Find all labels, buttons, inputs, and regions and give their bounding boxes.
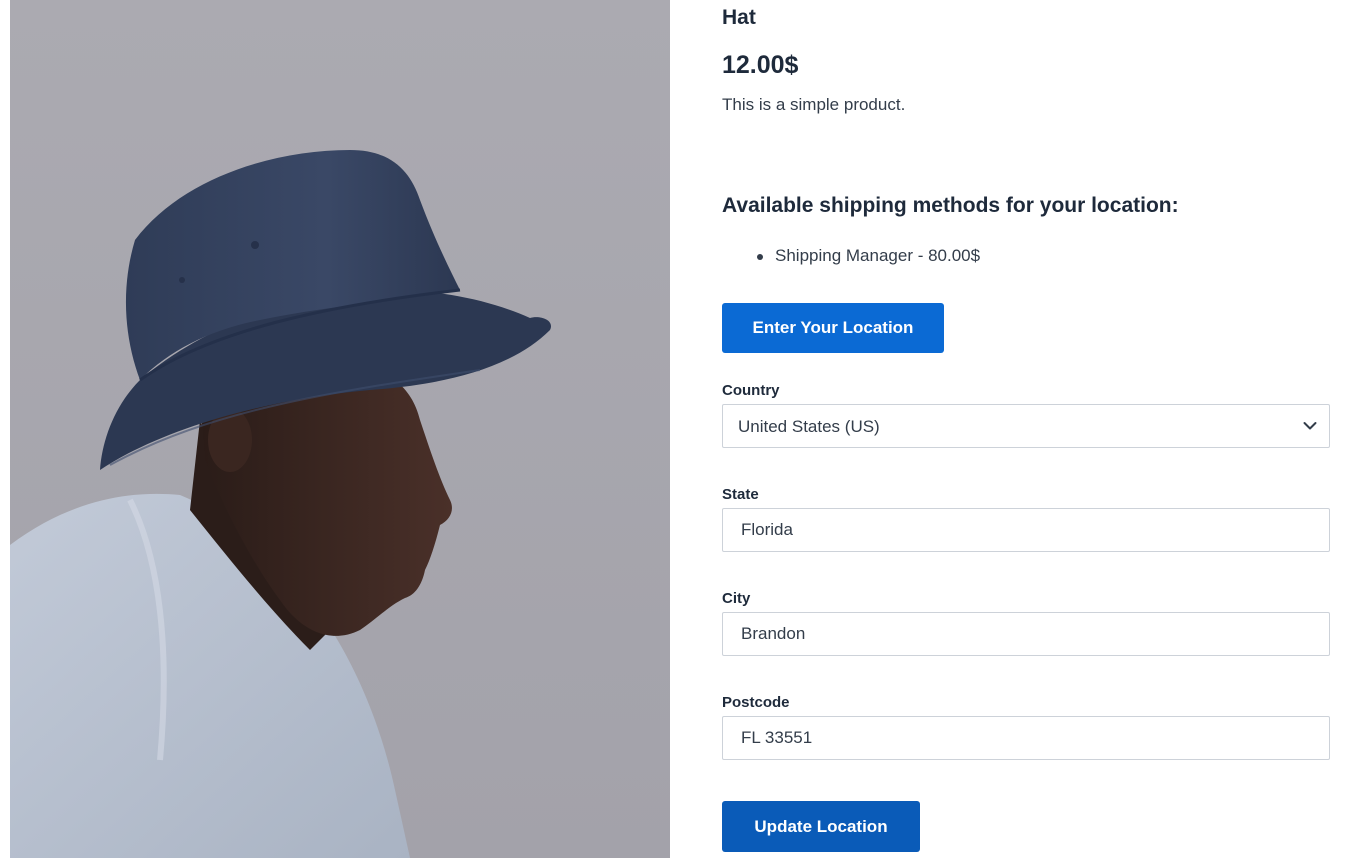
product-page: Hat 12.00$ This is a simple product. Ava…	[0, 0, 1354, 858]
shipping-methods-heading: Available shipping methods for your loca…	[722, 194, 1179, 217]
bullet-icon	[757, 254, 763, 260]
shipping-method-label: Shipping Manager - 80.00$	[775, 246, 981, 265]
country-selected-value: United States (US)	[738, 417, 880, 436]
city-field[interactable]	[723, 613, 1329, 655]
postcode-field[interactable]	[723, 717, 1329, 759]
product-description: This is a simple product.	[722, 95, 906, 114]
shipping-method-item: Shipping Manager - 80.00$	[722, 245, 980, 267]
country-select[interactable]: United States (US)	[722, 404, 1330, 448]
state-field-wrapper	[722, 508, 1330, 552]
shipping-methods-list: Shipping Manager - 80.00$	[722, 245, 980, 267]
state-field[interactable]	[723, 509, 1329, 551]
enter-location-button[interactable]: Enter Your Location	[722, 303, 944, 353]
product-price: 12.00$	[722, 51, 799, 79]
city-field-wrapper	[722, 612, 1330, 656]
postcode-field-wrapper	[722, 716, 1330, 760]
chevron-down-icon	[1303, 422, 1317, 430]
country-label: Country	[722, 382, 780, 399]
product-title: Hat	[722, 6, 756, 29]
city-label: City	[722, 590, 751, 607]
postcode-label: Postcode	[722, 694, 790, 711]
update-location-button[interactable]: Update Location	[722, 801, 920, 852]
product-image	[10, 0, 670, 858]
state-label: State	[722, 486, 759, 503]
